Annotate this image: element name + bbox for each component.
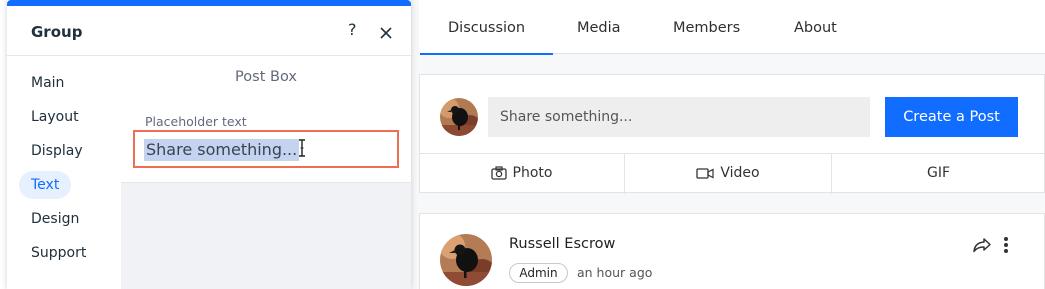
panel-title: Group bbox=[31, 23, 83, 41]
panel-header: Group ? bbox=[7, 6, 411, 56]
close-icon[interactable] bbox=[380, 24, 392, 43]
share-arrow-icon[interactable] bbox=[972, 237, 992, 257]
placeholder-text-value[interactable]: Share something... bbox=[144, 139, 300, 161]
nav-layout[interactable]: Layout bbox=[19, 103, 91, 131]
more-options-icon[interactable] bbox=[1003, 236, 1009, 258]
author-avatar[interactable] bbox=[440, 234, 492, 286]
group-page: Discussion Media Members About Share som… bbox=[411, 0, 1045, 289]
tab-discussion[interactable]: Discussion bbox=[419, 0, 554, 55]
share-something-input[interactable]: Share something... bbox=[488, 97, 870, 137]
avatar[interactable] bbox=[440, 98, 478, 136]
gif-button[interactable]: GIF bbox=[832, 154, 1045, 194]
placeholder-text-label: Placeholder text bbox=[145, 114, 247, 129]
post-timestamp: an hour ago bbox=[577, 265, 653, 280]
video-icon bbox=[696, 165, 720, 181]
gif-label: GIF bbox=[926, 165, 951, 181]
camera-icon bbox=[490, 165, 513, 181]
help-icon[interactable]: ? bbox=[348, 20, 357, 39]
nav-support[interactable]: Support bbox=[19, 239, 98, 267]
group-tabs: Discussion Media Members About bbox=[419, 0, 1045, 55]
section-title: Post Box bbox=[121, 56, 411, 98]
tab-media[interactable]: Media bbox=[577, 0, 621, 54]
photo-label: Photo bbox=[512, 165, 553, 181]
create-post-button[interactable]: Create a Post bbox=[885, 97, 1018, 137]
post-card: Russell Escrow Admin an hour ago bbox=[419, 213, 1045, 289]
admin-badge: Admin bbox=[509, 263, 568, 283]
post-actions-row: Photo Video GIF bbox=[419, 153, 1045, 194]
placeholder-text-field[interactable]: Share something... bbox=[133, 130, 399, 168]
video-label: Video bbox=[720, 165, 760, 181]
tab-members[interactable]: Members bbox=[673, 0, 740, 54]
nav-text[interactable]: Text bbox=[19, 171, 72, 199]
settings-panel: Group ? Main Layout Display Text Design … bbox=[7, 0, 411, 289]
tab-about[interactable]: About bbox=[794, 0, 837, 54]
photo-button[interactable]: Photo bbox=[419, 154, 625, 194]
video-button[interactable]: Video bbox=[625, 154, 832, 194]
nav-main[interactable]: Main bbox=[19, 69, 76, 97]
nav-design[interactable]: Design bbox=[19, 205, 91, 233]
post-author-name[interactable]: Russell Escrow bbox=[509, 236, 615, 252]
settings-content: Post Box Placeholder text Share somethin… bbox=[121, 56, 411, 289]
text-cursor-icon bbox=[298, 139, 306, 161]
nav-display[interactable]: Display bbox=[19, 137, 95, 165]
placeholder-text-setting: Placeholder text Share something... bbox=[121, 98, 411, 183]
create-post-card: Share something... Create a Post Photo V… bbox=[419, 74, 1045, 194]
